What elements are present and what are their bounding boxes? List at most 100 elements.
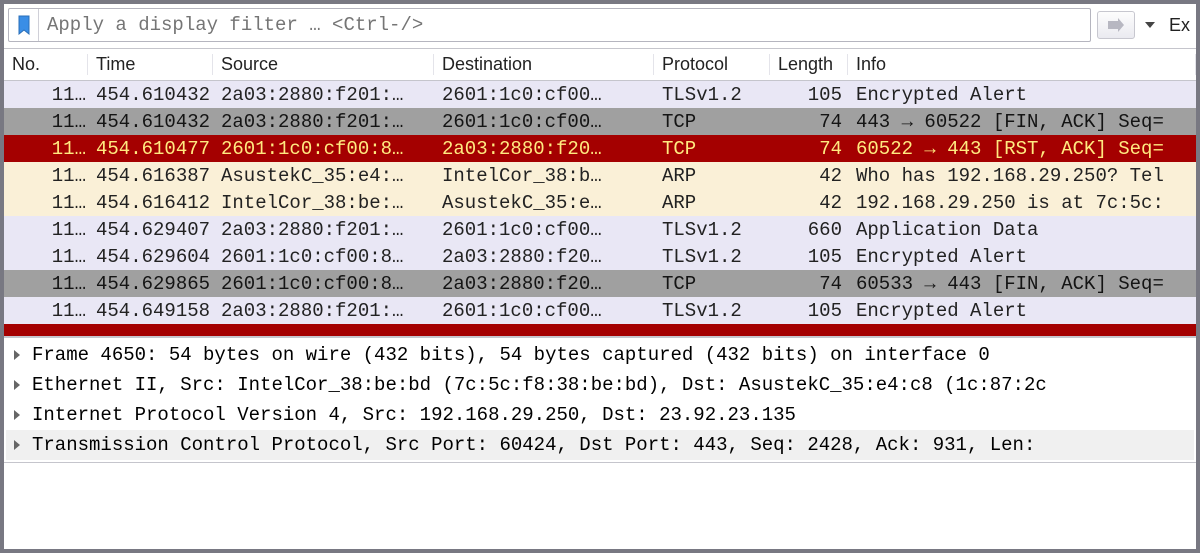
tree-item-label: Internet Protocol Version 4, Src: 192.16… xyxy=(32,400,796,430)
cell-source: 2a03:2880:f201:… xyxy=(213,219,434,241)
packet-details-pane: Frame 4650: 54 bytes on wire (432 bits),… xyxy=(4,337,1196,462)
cell-no: 11… xyxy=(4,84,88,106)
cell-length: 105 xyxy=(770,300,848,322)
tree-item-label: Frame 4650: 54 bytes on wire (432 bits),… xyxy=(32,340,990,370)
cell-protocol: TLSv1.2 xyxy=(654,300,770,322)
expand-icon[interactable] xyxy=(10,409,24,421)
packet-row[interactable]: 11…454.6296042601:1c0:cf00:8…2a03:2880:f… xyxy=(4,243,1196,270)
packet-row[interactable]: 11…454.6104772601:1c0:cf00:8…2a03:2880:f… xyxy=(4,135,1196,162)
cell-length: 74 xyxy=(770,111,848,133)
cell-protocol: ARP xyxy=(654,165,770,187)
expand-icon[interactable] xyxy=(10,379,24,391)
tree-item-ethernet[interactable]: Ethernet II, Src: IntelCor_38:be:bd (7c:… xyxy=(6,370,1194,400)
tree-item-frame[interactable]: Frame 4650: 54 bytes on wire (432 bits),… xyxy=(6,340,1194,370)
cell-info: Encrypted Alert xyxy=(848,300,1196,322)
cell-time: 454.629604 xyxy=(88,246,213,268)
cell-length: 105 xyxy=(770,246,848,268)
packet-row[interactable]: 11…454.616412IntelCor_38:be:…AsustekC_35… xyxy=(4,189,1196,216)
cell-no: 11… xyxy=(4,165,88,187)
expand-icon[interactable] xyxy=(10,349,24,361)
col-destination[interactable]: Destination xyxy=(434,54,654,75)
bookmark-icon[interactable] xyxy=(9,9,39,41)
cell-time: 454.629865 xyxy=(88,273,213,295)
cell-info: 60522 → 443 [RST, ACK] Seq= xyxy=(848,138,1196,160)
cell-time: 454.610432 xyxy=(88,84,213,106)
cell-no: 11… xyxy=(4,300,88,322)
cell-source: 2a03:2880:f201:… xyxy=(213,300,434,322)
cell-protocol: ARP xyxy=(654,192,770,214)
cell-destination: 2601:1c0:cf00… xyxy=(434,300,654,322)
cell-destination: 2a03:2880:f20… xyxy=(434,273,654,295)
cell-info: 60533 → 443 [FIN, ACK] Seq= xyxy=(848,273,1196,295)
col-source[interactable]: Source xyxy=(213,54,434,75)
col-info[interactable]: Info xyxy=(848,54,1196,75)
cell-length: 42 xyxy=(770,165,848,187)
cell-source: IntelCor_38:be:… xyxy=(213,192,434,214)
cell-no: 11… xyxy=(4,246,88,268)
expand-icon[interactable] xyxy=(10,439,24,451)
col-no[interactable]: No. xyxy=(4,54,88,75)
packet-rows: 11…454.6104322a03:2880:f201:…2601:1c0:cf… xyxy=(4,81,1196,336)
cell-length: 42 xyxy=(770,192,848,214)
wireshark-window: Ex No. Time Source Destination Protocol … xyxy=(0,0,1200,553)
cell-info: Encrypted Alert xyxy=(848,246,1196,268)
packet-row[interactable]: 11…454.6104322a03:2880:f201:…2601:1c0:cf… xyxy=(4,108,1196,135)
cell-time: 454.610477 xyxy=(88,138,213,160)
cell-no: 11… xyxy=(4,138,88,160)
cell-time: 454.629407 xyxy=(88,219,213,241)
apply-filter-button[interactable] xyxy=(1097,11,1135,39)
tree-item-label: Ethernet II, Src: IntelCor_38:be:bd (7c:… xyxy=(32,370,1047,400)
tree-item-label: Transmission Control Protocol, Src Port:… xyxy=(32,430,1035,460)
bytes-pane-placeholder xyxy=(4,462,1196,549)
cell-protocol: TCP xyxy=(654,273,770,295)
cell-destination: AsustekC_35:e… xyxy=(434,192,654,214)
cell-destination: 2a03:2880:f20… xyxy=(434,138,654,160)
packet-row[interactable]: 11…454.616387AsustekC_35:e4:…IntelCor_38… xyxy=(4,162,1196,189)
col-time[interactable]: Time xyxy=(88,54,213,75)
cell-destination: 2601:1c0:cf00… xyxy=(434,219,654,241)
cell-info: Who has 192.168.29.250? Tel xyxy=(848,165,1196,187)
cell-source: 2601:1c0:cf00:8… xyxy=(213,273,434,295)
cell-protocol: TCP xyxy=(654,111,770,133)
cell-no: 11… xyxy=(4,219,88,241)
cell-protocol: TLSv1.2 xyxy=(654,246,770,268)
expression-button[interactable]: Ex xyxy=(1165,15,1192,36)
cell-source: 2601:1c0:cf00:8… xyxy=(213,246,434,268)
cell-no: 11… xyxy=(4,111,88,133)
packet-row[interactable]: 11…454.6294072a03:2880:f201:…2601:1c0:cf… xyxy=(4,216,1196,243)
cell-info: Application Data xyxy=(848,219,1196,241)
cell-info: 192.168.29.250 is at 7c:5c: xyxy=(848,192,1196,214)
col-protocol[interactable]: Protocol xyxy=(654,54,770,75)
display-filter-input[interactable] xyxy=(39,9,1090,41)
cell-length: 74 xyxy=(770,138,848,160)
tree-item-tcp[interactable]: Transmission Control Protocol, Src Port:… xyxy=(6,430,1194,460)
cell-destination: 2a03:2880:f20… xyxy=(434,246,654,268)
packet-row[interactable]: 11…454.6104322a03:2880:f201:…2601:1c0:cf… xyxy=(4,81,1196,108)
packet-list-header: No. Time Source Destination Protocol Len… xyxy=(4,49,1196,81)
cell-time: 454.616387 xyxy=(88,165,213,187)
cell-info: 443 → 60522 [FIN, ACK] Seq= xyxy=(848,111,1196,133)
cell-length: 74 xyxy=(770,273,848,295)
packet-row-cutoff[interactable] xyxy=(4,324,1196,336)
filter-input-wrap xyxy=(8,8,1091,42)
cell-protocol: TCP xyxy=(654,138,770,160)
col-length[interactable]: Length xyxy=(770,54,848,75)
cell-destination: 2601:1c0:cf00… xyxy=(434,84,654,106)
cell-no: 11… xyxy=(4,273,88,295)
cell-length: 660 xyxy=(770,219,848,241)
cell-protocol: TLSv1.2 xyxy=(654,219,770,241)
filter-toolbar: Ex xyxy=(4,4,1196,49)
tree-item-ip[interactable]: Internet Protocol Version 4, Src: 192.16… xyxy=(6,400,1194,430)
packet-row[interactable]: 11…454.6491582a03:2880:f201:…2601:1c0:cf… xyxy=(4,297,1196,324)
filter-history-dropdown[interactable] xyxy=(1141,11,1159,39)
cell-destination: IntelCor_38:b… xyxy=(434,165,654,187)
cell-no: 11… xyxy=(4,192,88,214)
cell-source: 2a03:2880:f201:… xyxy=(213,84,434,106)
cell-info: Encrypted Alert xyxy=(848,84,1196,106)
cell-time: 454.649158 xyxy=(88,300,213,322)
cell-protocol: TLSv1.2 xyxy=(654,84,770,106)
packet-list-pane: No. Time Source Destination Protocol Len… xyxy=(4,49,1196,337)
cell-length: 105 xyxy=(770,84,848,106)
packet-row[interactable]: 11…454.6298652601:1c0:cf00:8…2a03:2880:f… xyxy=(4,270,1196,297)
cell-destination: 2601:1c0:cf00… xyxy=(434,111,654,133)
